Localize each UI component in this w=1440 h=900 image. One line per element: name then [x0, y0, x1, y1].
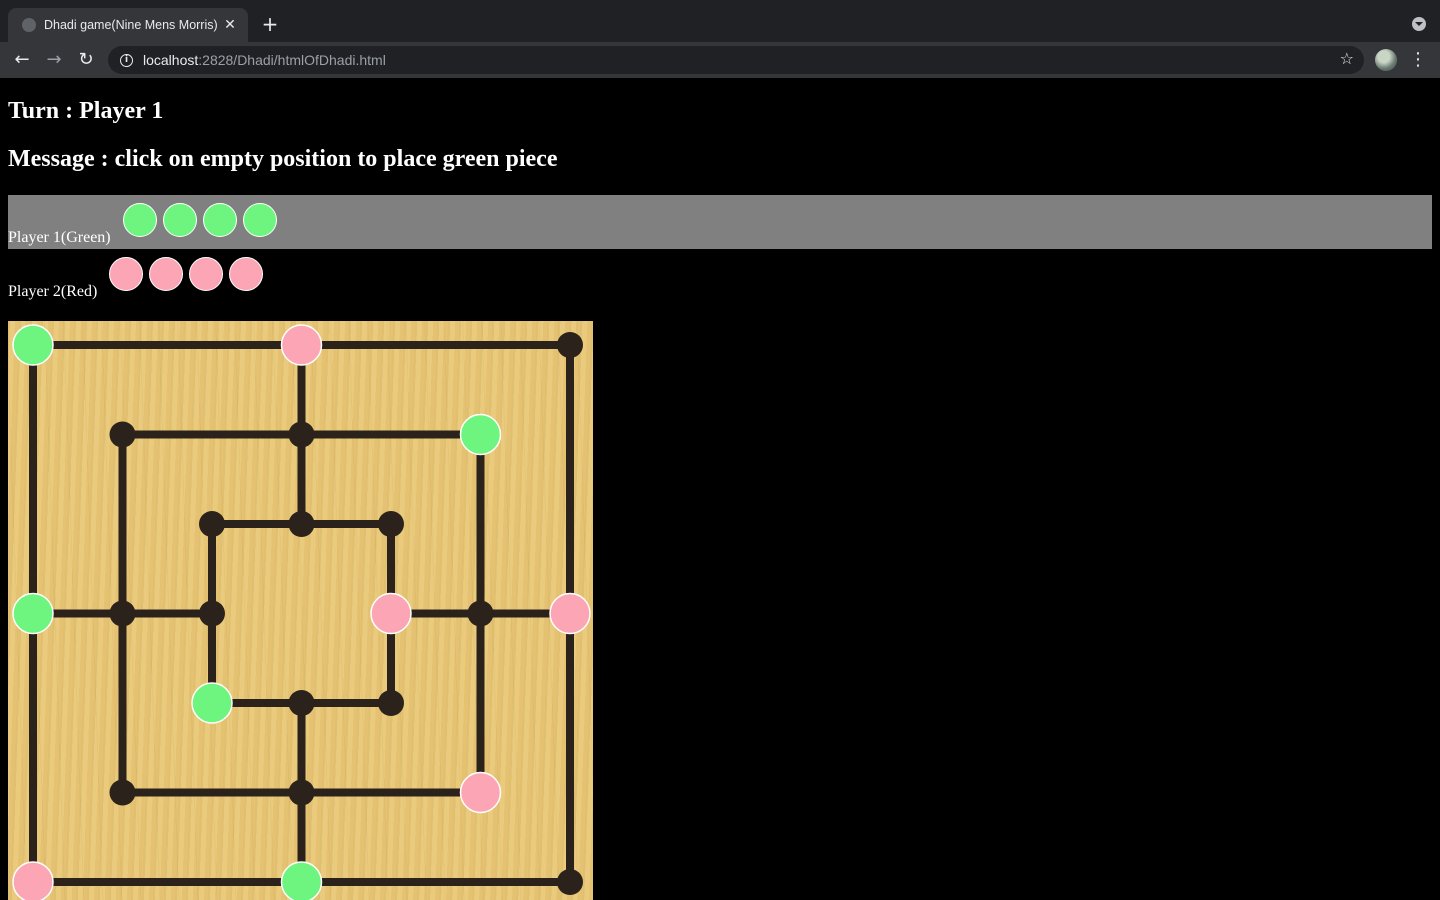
close-icon[interactable]: ✕	[222, 17, 238, 33]
kebab-menu-icon[interactable]: ⋮	[1408, 48, 1428, 72]
arrow-left-icon: ←	[14, 49, 30, 70]
board-point-g7[interactable]	[557, 332, 583, 358]
reload-icon: ↻	[78, 49, 94, 70]
board-point-e5[interactable]	[378, 511, 404, 537]
browser-toolbar: ← → ↻ i localhost:2828/Dhadi/htmlOfDhadi…	[0, 42, 1440, 78]
board-point-g1[interactable]	[557, 869, 583, 895]
board-point-b2[interactable]	[109, 779, 136, 806]
url-host: localhost	[143, 52, 199, 68]
player-2-row: Player 2(Red)	[8, 249, 1432, 303]
board-point-e3[interactable]	[378, 690, 404, 716]
green-piece-a7[interactable]	[12, 324, 54, 366]
reload-button[interactable]: ↻	[74, 48, 98, 72]
board-point-b4[interactable]	[109, 600, 136, 627]
red-piece-token[interactable]	[149, 257, 184, 291]
red-piece-g4[interactable]	[549, 592, 591, 635]
player-1-row: Player 1(Green)	[8, 195, 1432, 249]
green-piece-f6[interactable]	[459, 413, 502, 456]
info-icon[interactable]: i	[120, 53, 133, 67]
board-point-d3[interactable]	[288, 690, 315, 716]
board-graphic	[12, 324, 591, 900]
player-1-label: Player 1(Green)	[8, 229, 111, 246]
address-bar[interactable]: i localhost:2828/Dhadi/htmlOfDhadi.html …	[108, 46, 1364, 74]
red-piece-f2[interactable]	[459, 771, 502, 814]
board-point-d6[interactable]	[288, 421, 315, 448]
green-piece-token[interactable]	[202, 203, 237, 237]
board-point-b6[interactable]	[109, 421, 136, 448]
page-content: Turn : Player 1 Message : click on empty…	[8, 78, 1432, 900]
url-path: :2828/Dhadi/htmlOfDhadi.html	[198, 52, 386, 68]
back-button[interactable]: ←	[10, 48, 34, 72]
red-piece-a1[interactable]	[12, 861, 54, 900]
board-point-f4[interactable]	[467, 600, 494, 627]
forward-button[interactable]: →	[42, 48, 66, 72]
board-point-d5[interactable]	[288, 511, 315, 537]
player-2-label: Player 2(Red)	[8, 283, 98, 300]
new-tab-button[interactable]: +	[258, 12, 282, 36]
player-2-pieces	[109, 257, 269, 291]
browser-tab[interactable]: Dhadi game(Nine Mens Morris) ✕	[8, 8, 248, 42]
green-piece-d1[interactable]	[280, 861, 323, 900]
red-piece-token[interactable]	[189, 257, 224, 291]
status-message: Message : click on empty position to pla…	[8, 146, 558, 172]
red-piece-e4[interactable]	[370, 592, 412, 635]
board-point-c4[interactable]	[199, 600, 225, 627]
game-board[interactable]	[8, 321, 593, 900]
board-point-c5[interactable]	[199, 511, 225, 537]
green-piece-token[interactable]	[122, 203, 157, 237]
turn-indicator: Turn : Player 1	[8, 98, 164, 124]
green-piece-a4[interactable]	[12, 592, 54, 635]
tab-strip: Dhadi game(Nine Mens Morris) ✕ +	[0, 0, 1440, 42]
green-piece-token[interactable]	[162, 203, 197, 237]
red-piece-token[interactable]	[229, 257, 264, 291]
globe-icon	[22, 18, 36, 32]
star-icon[interactable]: ☆	[1340, 49, 1354, 68]
avatar[interactable]	[1375, 49, 1397, 71]
player-1-pieces	[122, 203, 283, 237]
board-point-d2[interactable]	[288, 779, 315, 806]
red-piece-token[interactable]	[109, 257, 144, 291]
tab-title: Dhadi game(Nine Mens Morris)	[44, 18, 218, 32]
red-piece-d7[interactable]	[280, 324, 323, 366]
plus-icon: +	[261, 12, 279, 36]
arrow-right-icon: →	[46, 49, 62, 70]
green-piece-token[interactable]	[242, 203, 277, 237]
tab-search-icon[interactable]	[1412, 17, 1426, 31]
green-piece-c3[interactable]	[191, 682, 233, 724]
